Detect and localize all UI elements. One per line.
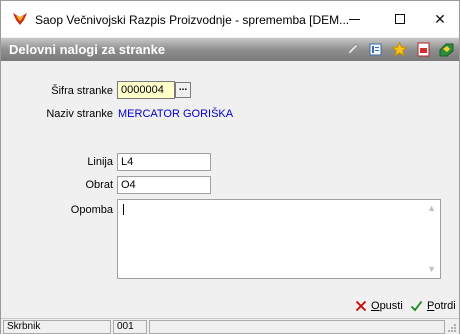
naziv-stranke-label: Naziv stranke	[46, 108, 113, 120]
window-title: Saop Večnivojski Razpis Proizvodnje - sp…	[35, 13, 350, 27]
cancel-button[interactable]: Opusti	[355, 297, 403, 315]
export-icon[interactable]	[438, 41, 455, 58]
maximize-icon	[395, 14, 405, 24]
lookup-button[interactable]: ...	[175, 82, 191, 98]
opomba-label: Opomba	[70, 204, 113, 216]
checkmark-icon	[410, 300, 423, 312]
form-header: Delovni nalogi za stranke	[1, 38, 459, 61]
star-icon[interactable]	[391, 41, 408, 58]
cancel-x-icon	[355, 300, 367, 312]
edit-icon[interactable]	[345, 41, 362, 58]
title-bar[interactable]: Saop Večnivojski Razpis Proizvodnje - sp…	[1, 1, 459, 37]
sifra-stranke-input[interactable]: 0000004	[117, 81, 175, 99]
status-bar: Skrbnik 001	[1, 318, 459, 334]
pdf-icon[interactable]	[415, 41, 432, 58]
opomba-textarea[interactable]: ▲ ▼	[117, 199, 441, 279]
sifra-stranke-label: Šifra stranke	[51, 85, 113, 97]
close-icon: ✕	[434, 10, 446, 27]
close-button[interactable]: ✕	[421, 1, 459, 37]
scroll-down-icon[interactable]: ▼	[427, 264, 436, 274]
scroll-up-icon[interactable]: ▲	[427, 203, 436, 213]
naziv-stranke-value: MERCATOR GORIŠKA	[118, 108, 234, 120]
minimize-button[interactable]	[335, 1, 373, 37]
status-user: Skrbnik	[3, 320, 111, 334]
confirm-button[interactable]: Potrdi	[410, 297, 456, 315]
status-code: 001	[113, 320, 147, 334]
linija-label: Linija	[87, 156, 113, 168]
cancel-label: Opusti	[371, 300, 403, 312]
linija-input[interactable]: L4	[117, 153, 211, 171]
resize-grip-icon[interactable]	[446, 322, 457, 333]
app-window: Saop Večnivojski Razpis Proizvodnje - sp…	[0, 0, 460, 334]
form-icon[interactable]	[367, 41, 384, 58]
form-title: Delovni nalogi za stranke	[9, 42, 166, 57]
minimize-icon	[348, 18, 360, 20]
status-message	[149, 320, 445, 334]
confirm-label: Potrdi	[427, 300, 456, 312]
maximize-button[interactable]	[381, 1, 419, 37]
obrat-label: Obrat	[85, 179, 113, 191]
saop-logo-icon	[13, 13, 27, 25]
obrat-input[interactable]: O4	[117, 176, 211, 194]
text-caret	[123, 204, 124, 215]
